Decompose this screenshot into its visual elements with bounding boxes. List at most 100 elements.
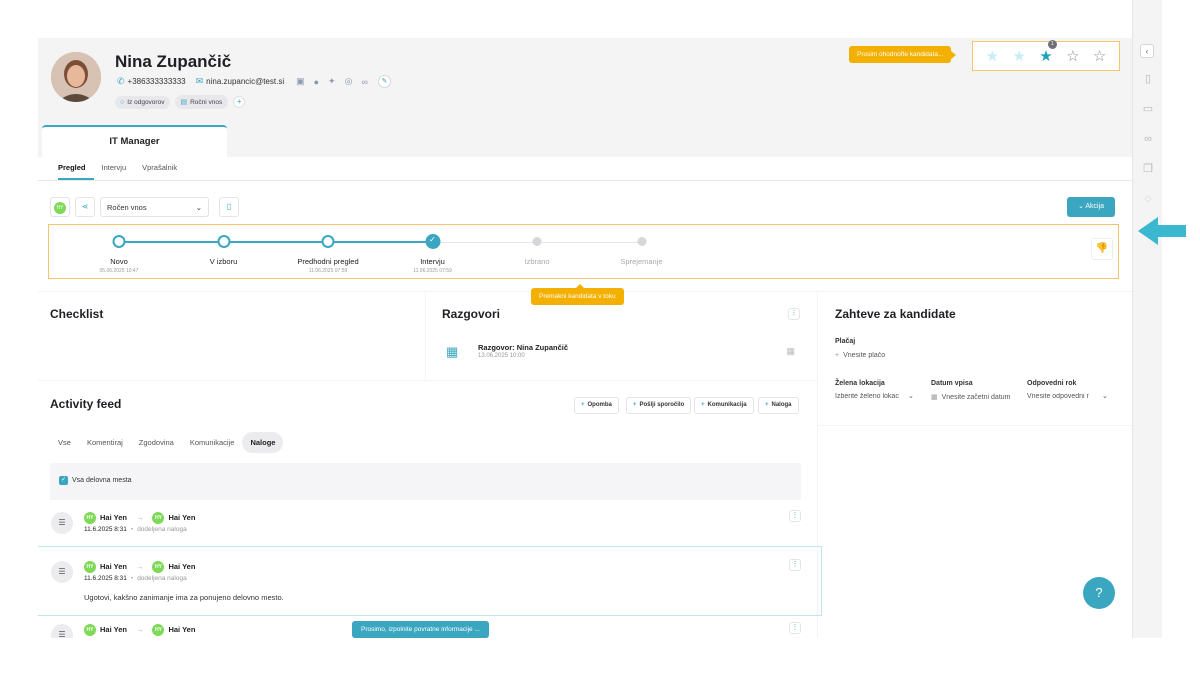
pipeline-stage-label[interactable]: Izbrano: [524, 257, 549, 266]
twitter-icon[interactable]: ✦: [328, 76, 336, 87]
pipeline-stage-label[interactable]: Novo: [110, 257, 128, 266]
job-tab[interactable]: IT Manager: [42, 125, 227, 157]
more-options-icon[interactable]: ⋮: [789, 559, 801, 571]
conversation-title[interactable]: Razgovor: Nina Zupančič: [478, 343, 568, 352]
arrow-left-icon: [1138, 217, 1186, 245]
from-user[interactable]: Hai Yen: [100, 625, 127, 634]
feedback-tooltip[interactable]: Prosimo, izpolnite povratne informacije …: [352, 621, 489, 638]
source-select[interactable]: Ročen vnos ⌄: [100, 197, 209, 217]
tag-label: Iz odgovorov: [127, 98, 165, 106]
more-options-icon[interactable]: ⋮: [789, 622, 801, 634]
to-user[interactable]: Hai Yen: [168, 625, 195, 634]
pipeline-stage-label[interactable]: Intervju: [420, 257, 445, 266]
source-select-value: Ročen vnos: [107, 202, 147, 212]
star-outline-icon[interactable]: ☆: [1093, 47, 1106, 65]
mail-icon: ✉: [195, 76, 204, 86]
move-candidate-tooltip: Premakni kandidata v toku: [531, 284, 624, 305]
document-button[interactable]: ▯: [219, 197, 239, 217]
help-button[interactable]: ?: [1083, 577, 1115, 609]
send-message-button[interactable]: + Pošlji sporočilo: [626, 397, 692, 414]
email[interactable]: ✉ nina.zupancic@test.si: [196, 76, 284, 87]
requirements-card: Zahteve za kandidate Plačaj + Vnesite pla…: [818, 292, 1132, 425]
more-options-icon[interactable]: ⋮: [789, 510, 801, 522]
start-date-input[interactable]: ▦ Vnesite začetni datum: [931, 393, 1011, 401]
pipeline-stage-node[interactable]: [532, 237, 542, 246]
location-select[interactable]: Izberite želeno lokac: [835, 393, 917, 400]
notice-period-select[interactable]: Vnesite odpovedni r: [1027, 393, 1099, 400]
from-user[interactable]: Hai Yen: [100, 562, 127, 571]
tab-pregled[interactable]: Pregled: [58, 157, 94, 180]
pipeline-stage-node[interactable]: [321, 235, 335, 248]
feed-item: ☰ HY Hai Yen → HY Hai Yen 11.6.2025 8:31 • dod…: [38, 506, 822, 546]
pipeline-stage-label[interactable]: Sprejemanje: [620, 257, 662, 266]
star-icon[interactable]: ★ 1: [1039, 40, 1057, 65]
plus-icon: +: [701, 402, 705, 408]
pipeline-stage-node[interactable]: [425, 234, 440, 249]
phone-number: +386333333333: [127, 77, 186, 86]
salary-input[interactable]: + Vnesite plačo: [835, 352, 885, 359]
link-icon[interactable]: ∞: [361, 77, 367, 87]
feed-item-date: 11.6.2025 8:31: [84, 575, 127, 582]
collapse-sidebar-button[interactable]: ‹: [1140, 44, 1154, 58]
more-options-icon[interactable]: ⋮: [788, 308, 800, 320]
add-task-button[interactable]: + Naloga: [758, 397, 799, 414]
start-date-placeholder: Vnesite začetni datum: [941, 394, 1011, 401]
tab-vprasalnik[interactable]: Vprašalnik: [142, 157, 185, 180]
feed-tab-communications[interactable]: Komunikacije: [182, 432, 243, 453]
conversation-date: 13.06.2025 10:00: [478, 353, 525, 359]
separator: •: [130, 526, 134, 533]
calendar-icon: ▦: [446, 344, 459, 359]
document-icon: ▯: [226, 202, 232, 211]
star-icon[interactable]: ★: [986, 47, 999, 65]
assignee-avatar: HY: [54, 202, 66, 214]
feed-tab-tasks[interactable]: Naloge: [242, 432, 284, 453]
feed-tab-comment[interactable]: Komentiraj: [79, 432, 131, 453]
conversations-card: Razgovori ⋮ ▦ Razgovor: Nina Zupančič 13…: [426, 292, 817, 380]
calendar-action-icon[interactable]: ▦: [786, 346, 795, 357]
communication-button[interactable]: + Komunikacija: [694, 397, 754, 414]
all-positions-label: Vsa delovna mesta: [72, 477, 132, 484]
tag-chip[interactable]: ○ Iz odgovorov: [115, 95, 171, 109]
star-outline-icon[interactable]: ☆: [1066, 47, 1079, 65]
tab-intervju[interactable]: Intervju: [102, 157, 135, 180]
rating-count-badge: 1: [1047, 40, 1057, 49]
feed-tab-history[interactable]: Zgodovina: [131, 432, 182, 453]
pipeline-stage-label[interactable]: V izboru: [210, 257, 238, 266]
star-icon[interactable]: ★: [1012, 47, 1025, 65]
copy-icon[interactable]: ❐: [1141, 162, 1155, 176]
linkedin-icon[interactable]: ▣: [296, 76, 305, 87]
source-icon: ○: [120, 98, 125, 106]
facebook-icon[interactable]: ●: [314, 77, 319, 87]
to-user[interactable]: Hai Yen: [168, 562, 195, 571]
requirements-title: Zahteve za kandidate: [835, 307, 956, 321]
from-user[interactable]: Hai Yen: [100, 513, 127, 522]
salary-placeholder: Vnesite plačo: [843, 352, 886, 359]
tag-chip[interactable]: ▤ Ročni vnos: [175, 95, 229, 109]
pipeline-stage-label[interactable]: Predhodni pregled: [297, 257, 358, 266]
pipeline-stage-node[interactable]: [112, 235, 126, 248]
edit-contact-button[interactable]: ✎: [377, 75, 391, 88]
feed-tab-all[interactable]: Vse: [50, 432, 79, 453]
all-positions-checkbox[interactable]: ✓: [59, 476, 68, 485]
candidate-name: Nina Zupančič: [115, 52, 232, 71]
check-circle-icon[interactable]: ◌: [1141, 192, 1155, 206]
subtab-bar: Pregled Intervju Vprašalnik: [38, 157, 1132, 180]
add-tag-button[interactable]: +: [233, 96, 246, 108]
phone[interactable]: ✆ +386333333333: [117, 76, 186, 87]
share-button[interactable]: ⋖: [75, 197, 95, 217]
link-icon[interactable]: ∞: [1141, 132, 1155, 146]
action-button[interactable]: ⌄ Akcija: [1067, 197, 1115, 217]
add-note-button[interactable]: + Opomba: [574, 397, 619, 414]
pipeline-stage-node[interactable]: [217, 235, 230, 248]
task-list-icon: ☰: [51, 512, 73, 534]
notice-period-label: Odpovedni rok: [1027, 380, 1077, 387]
pipeline-stage-node[interactable]: [637, 237, 646, 246]
assignee-button[interactable]: HY: [50, 197, 70, 217]
to-user[interactable]: Hai Yen: [168, 513, 195, 522]
source-icon: ▤: [180, 99, 188, 106]
user-avatar: HY: [152, 512, 165, 524]
reject-thumbs-down-button[interactable]: 👎: [1091, 238, 1113, 260]
chat-icon[interactable]: ▭: [1141, 102, 1155, 116]
skype-icon[interactable]: ◎: [345, 76, 353, 87]
document-icon[interactable]: ▯: [1141, 72, 1155, 86]
